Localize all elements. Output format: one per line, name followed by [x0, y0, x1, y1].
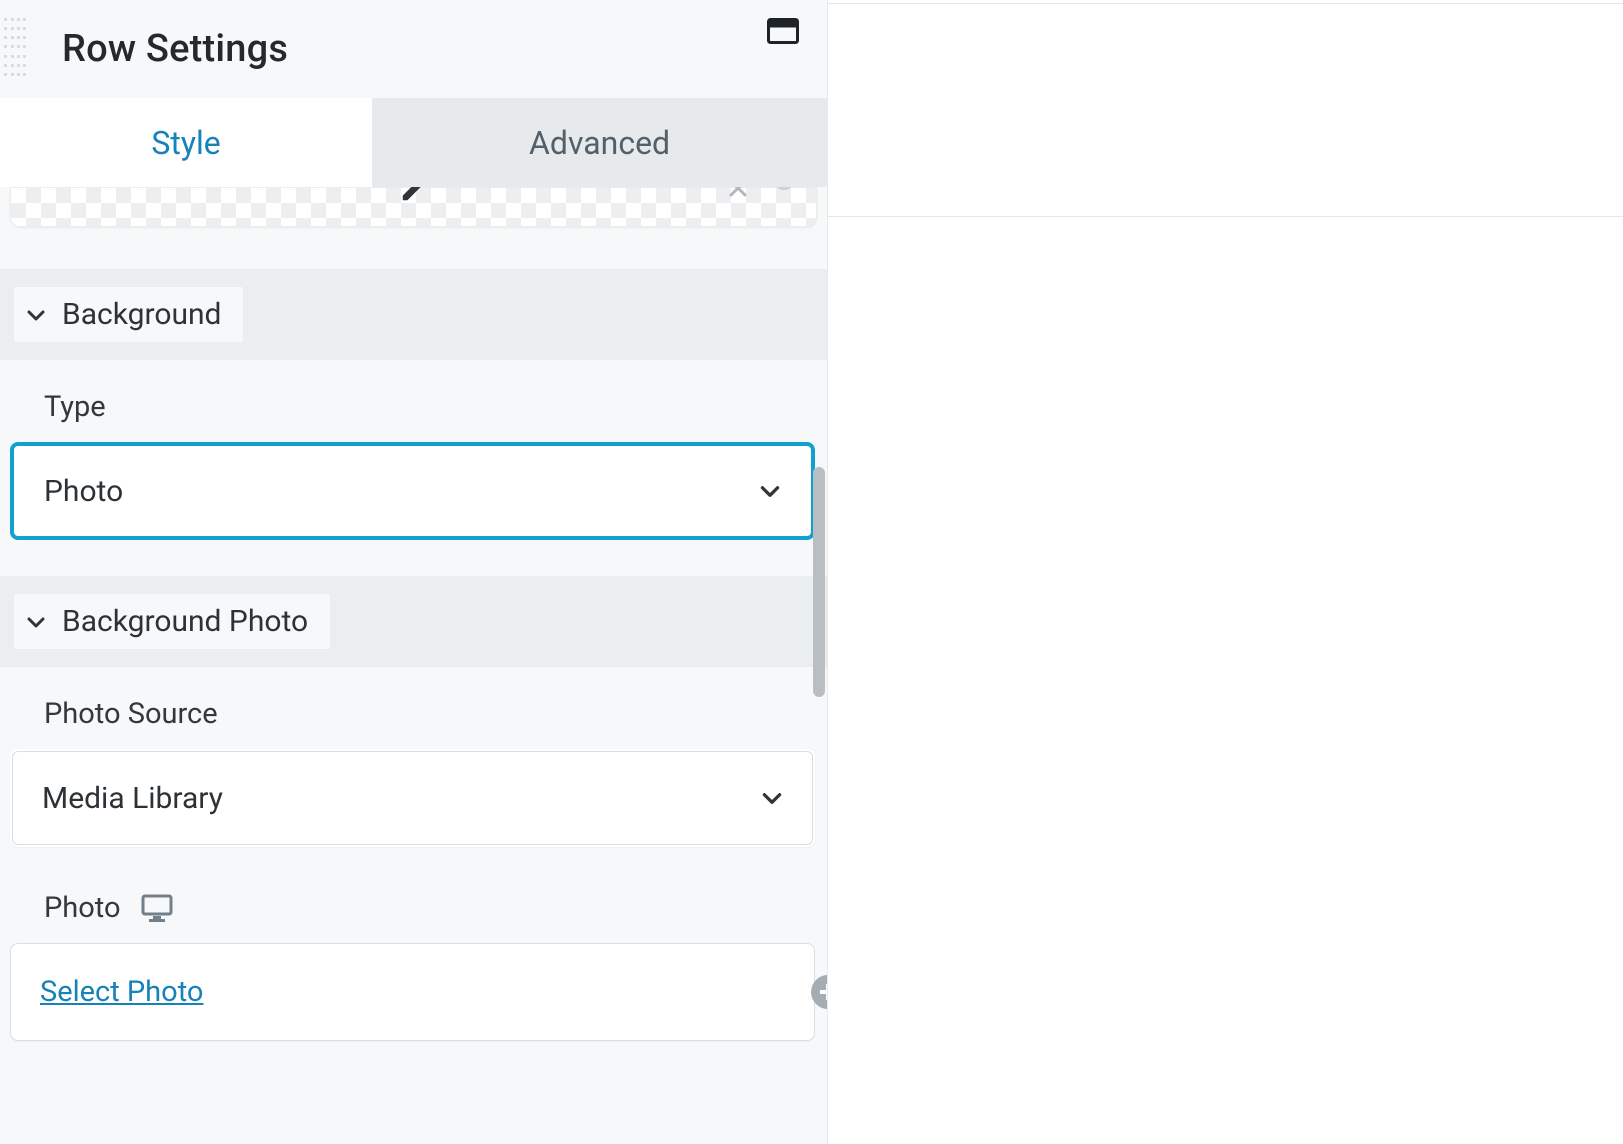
tab-advanced[interactable]: Advanced	[372, 98, 827, 187]
scrollbar-thumb[interactable]	[813, 467, 825, 697]
section-title-background-photo: Background Photo	[62, 604, 308, 639]
section-header-background[interactable]: Background	[0, 269, 827, 360]
select-background-type[interactable]: Photo	[10, 442, 815, 540]
tab-style[interactable]: Style	[0, 98, 372, 187]
chevron-down-icon	[24, 610, 48, 634]
section-background-photo-content: Photo Source Media Library Photo	[0, 667, 827, 1077]
panel-header: Row Settings	[0, 0, 827, 98]
color-preview-strip[interactable]	[10, 187, 817, 227]
pencil-icon[interactable]	[399, 187, 429, 204]
label-photo-source: Photo Source	[44, 697, 815, 731]
settings-panel: Row Settings Style Advanced	[0, 0, 828, 1144]
label-photo-text: Photo	[44, 891, 121, 925]
chevron-down-icon	[24, 303, 48, 327]
section-title-background: Background	[62, 297, 221, 332]
scrollbar[interactable]	[811, 467, 827, 697]
tabs: Style Advanced	[0, 98, 827, 187]
desktop-icon[interactable]	[141, 894, 173, 922]
section-header-background-photo[interactable]: Background Photo	[0, 576, 827, 667]
select-photo-link[interactable]: Select Photo	[40, 975, 203, 1009]
select-background-type-value: Photo	[44, 474, 123, 509]
drag-handle-icon[interactable]	[4, 18, 26, 76]
chevron-down-icon	[757, 478, 783, 504]
panel-body: Background Type Photo Background Photo P…	[0, 187, 827, 1144]
select-photo-source[interactable]: Media Library	[10, 749, 815, 847]
photo-selector[interactable]: Select Photo	[10, 943, 815, 1041]
add-photo-icon[interactable]	[811, 975, 827, 1009]
window-mode-icon[interactable]	[767, 18, 799, 44]
label-type: Type	[44, 390, 815, 424]
canvas-divider	[828, 216, 1623, 217]
handle-icon[interactable]	[774, 187, 794, 190]
select-photo-source-value: Media Library	[42, 781, 223, 816]
section-background-content: Type Photo	[0, 360, 827, 576]
panel-title: Row Settings	[62, 27, 288, 71]
close-icon[interactable]	[726, 187, 750, 200]
chevron-down-icon	[759, 785, 785, 811]
label-photo: Photo	[44, 891, 815, 925]
